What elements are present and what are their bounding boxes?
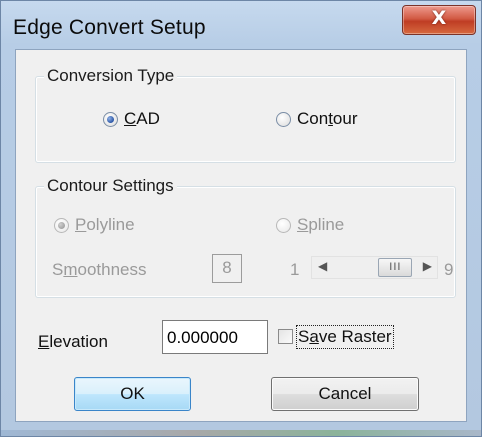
radio-spline-label: Spline — [297, 215, 345, 234]
close-button[interactable]: X — [402, 5, 476, 35]
radio-cad-label: CAD — [124, 109, 160, 128]
radio-spline-indicator[interactable] — [276, 217, 291, 233]
ok-button[interactable]: OK — [74, 377, 191, 411]
smoothness-max-label: 9 — [444, 260, 454, 279]
title-bar[interactable]: Edge Convert Setup X — [1, 1, 481, 49]
smoothness-min-label: 1 — [290, 260, 300, 279]
radio-cad[interactable]: CAD — [103, 109, 160, 129]
dialog-title: Edge Convert Setup — [13, 16, 206, 39]
radio-polyline-indicator[interactable] — [54, 217, 69, 233]
save-raster-label[interactable]: Save Raster — [296, 325, 394, 349]
radio-contour-label: Contour — [297, 109, 358, 128]
smoothness-slider[interactable]: ◀ III ▶ — [311, 256, 438, 279]
save-raster-checkbox[interactable] — [278, 329, 293, 344]
close-icon: X — [431, 7, 447, 29]
dialog-window: Edge Convert Setup X Conversion Type CAD… — [0, 0, 482, 437]
smoothness-label: Smoothness — [52, 260, 147, 279]
scroll-left-icon[interactable]: ◀ — [318, 259, 327, 273]
radio-contour[interactable]: Contour — [276, 109, 358, 129]
dialog-client-area: Conversion Type CAD Contour Contour Sett… — [15, 49, 467, 422]
elevation-input[interactable]: 0.000000 — [162, 320, 268, 354]
radio-polyline-label: Polyline — [75, 215, 135, 234]
smoothness-value-box[interactable]: 8 — [212, 254, 242, 283]
radio-cad-indicator[interactable] — [103, 111, 118, 127]
conversion-type-group: Conversion Type CAD Contour — [35, 66, 456, 163]
radio-spline[interactable]: Spline — [276, 215, 344, 235]
conversion-type-legend: Conversion Type — [44, 66, 178, 86]
radio-contour-indicator[interactable] — [276, 111, 291, 127]
slider-thumb[interactable]: III — [378, 258, 413, 277]
cancel-button[interactable]: Cancel — [271, 377, 419, 411]
scroll-right-icon[interactable]: ▶ — [423, 259, 432, 273]
contour-settings-legend: Contour Settings — [44, 176, 177, 196]
radio-polyline[interactable]: Polyline — [54, 215, 135, 235]
elevation-label: Elevation — [38, 332, 108, 351]
contour-settings-group: Contour Settings Polyline Spline Smoothn… — [35, 176, 456, 298]
